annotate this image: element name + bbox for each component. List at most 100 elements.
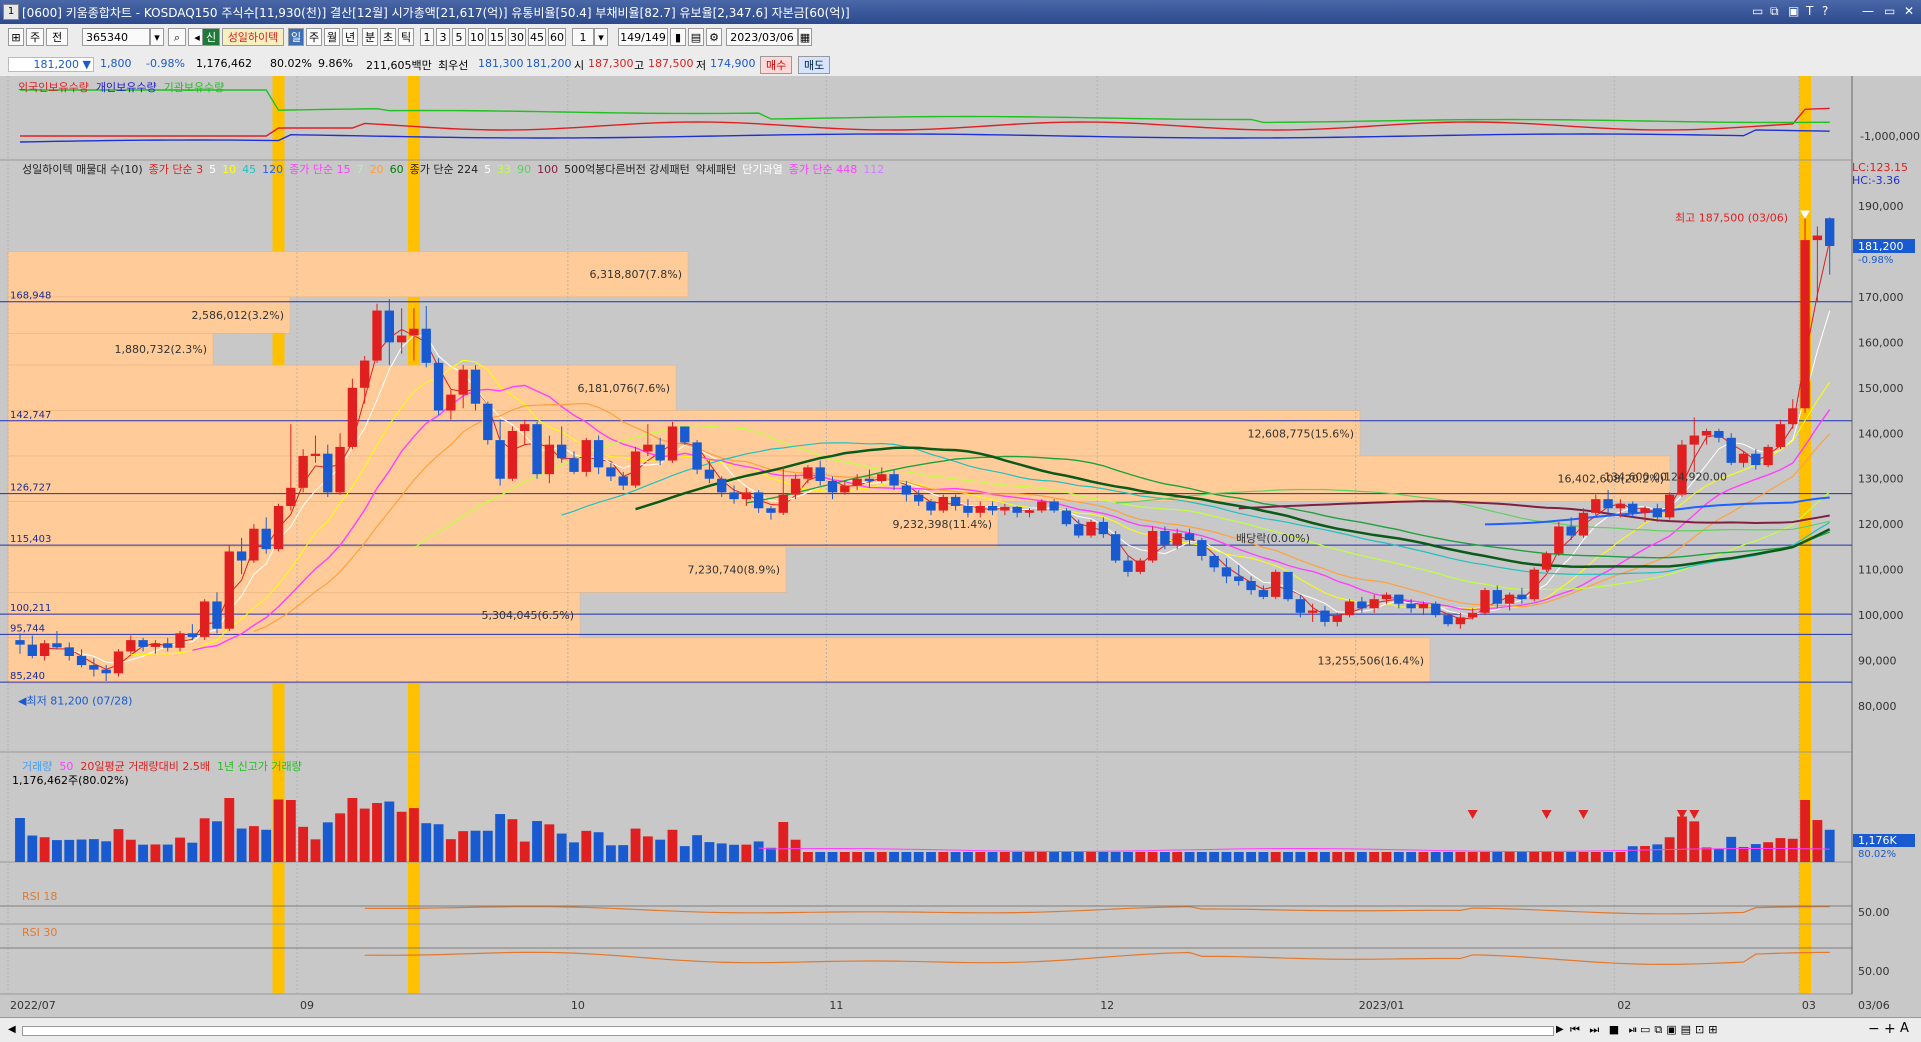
volume-bar bbox=[507, 819, 518, 862]
candle-body bbox=[261, 528, 271, 550]
candle-body bbox=[1775, 424, 1786, 447]
count-dropdown-icon[interactable]: ▾ bbox=[594, 28, 608, 46]
volume-bar bbox=[950, 852, 961, 862]
candle-body bbox=[1246, 581, 1256, 591]
settings-icon[interactable]: ⚙ bbox=[706, 28, 722, 46]
stock-code-input[interactable]: 365340 bbox=[82, 28, 150, 46]
buy-button[interactable]: 매수 bbox=[760, 56, 793, 74]
volume-bar bbox=[88, 839, 99, 862]
interval-minute-tab[interactable]: 분 bbox=[362, 28, 378, 46]
candle-body bbox=[717, 478, 727, 493]
price-axis-tick: 120,000 bbox=[1858, 518, 1904, 531]
volume-bar bbox=[1307, 852, 1318, 862]
scroll-right-icon[interactable]: ▶ bbox=[1556, 1024, 1564, 1035]
candle-body bbox=[544, 444, 555, 475]
volume-bar bbox=[1578, 852, 1589, 862]
volume-bar bbox=[445, 839, 456, 862]
candle-body bbox=[335, 446, 345, 493]
volume-bar bbox=[1024, 852, 1035, 862]
candle-body bbox=[581, 440, 591, 472]
cascade-icon[interactable]: ⧉ bbox=[1770, 4, 1779, 19]
price-legend: 성일하이텍 매물대 수(10) 종가 단순 3 5 10 45 120 종가 단순 15 7 2… bbox=[22, 161, 890, 177]
zoom-out-icon[interactable]: − bbox=[1868, 1021, 1880, 1037]
min-30-button[interactable]: 30 bbox=[508, 28, 526, 46]
candle-body bbox=[1554, 526, 1564, 554]
chart-menu-icon[interactable]: ⊞ bbox=[8, 28, 24, 46]
help-icon[interactable]: ? bbox=[1822, 4, 1828, 18]
candle-body bbox=[1074, 524, 1084, 536]
min-1-button[interactable]: 1 bbox=[420, 28, 434, 46]
search-icon[interactable]: ⌕ bbox=[168, 28, 186, 46]
candle-body bbox=[1098, 521, 1109, 535]
candle-body bbox=[1012, 506, 1022, 513]
scroll-left-icon[interactable]: ◀ bbox=[8, 1024, 20, 1036]
calendar-icon[interactable]: ▦ bbox=[798, 28, 812, 46]
maximize-icon[interactable]: ▭ bbox=[1884, 4, 1895, 18]
candle-body bbox=[1726, 437, 1736, 463]
dividend-annotation: 배당락(0.00%) bbox=[1236, 532, 1310, 545]
sell-button[interactable]: 매도 bbox=[798, 56, 831, 74]
interval-year-tab[interactable]: 년 bbox=[342, 28, 358, 46]
font-size-icon[interactable]: A bbox=[1900, 1021, 1909, 1036]
candle-body bbox=[926, 501, 936, 511]
candle-body bbox=[458, 369, 468, 395]
price-legend-item: 종가 단순 15 bbox=[289, 163, 351, 176]
min-3-button[interactable]: 3 bbox=[436, 28, 450, 46]
interval-second-tab[interactable]: 초 bbox=[380, 28, 396, 46]
zoom-in-icon[interactable]: + bbox=[1884, 1021, 1896, 1037]
rsi18-axis-tick: 50.00 bbox=[1858, 906, 1890, 919]
volume-bar bbox=[1443, 852, 1453, 862]
interval-day-tab[interactable]: 일 bbox=[288, 28, 304, 46]
best-bid-label: 최우선 bbox=[438, 59, 469, 72]
playback-controls[interactable]: ⏮ ⏭ ■ ⏯ bbox=[1570, 1023, 1640, 1037]
current-price-tag-text: 181,200 bbox=[1858, 240, 1904, 253]
volume-bar bbox=[1393, 852, 1404, 862]
restore-icon[interactable]: ▭ bbox=[1752, 4, 1763, 18]
volume-bar bbox=[1184, 852, 1195, 862]
current-pct-tag: -0.98% bbox=[1858, 255, 1893, 266]
minimize-icon[interactable]: — bbox=[1862, 4, 1874, 18]
candle-body bbox=[1492, 590, 1502, 604]
interval-tick-tab[interactable]: 틱 bbox=[398, 28, 414, 46]
candle-body bbox=[286, 487, 296, 506]
candle-body bbox=[852, 478, 862, 486]
candle-body bbox=[1320, 610, 1330, 622]
interval-week-tab[interactable]: 주 bbox=[306, 28, 322, 46]
all-select[interactable]: 전 bbox=[46, 28, 68, 46]
candle-body bbox=[1271, 571, 1281, 597]
code-dropdown-icon[interactable]: ▾ bbox=[150, 28, 164, 46]
period-icon[interactable]: ▮ bbox=[670, 28, 686, 46]
volume-bar bbox=[827, 852, 838, 862]
candle-body bbox=[27, 644, 37, 656]
candle-body bbox=[89, 665, 99, 670]
volume-bar bbox=[1652, 844, 1663, 862]
date-input[interactable]: 2023/03/06 bbox=[726, 28, 798, 46]
tile-icon[interactable]: ▣ bbox=[1788, 4, 1799, 18]
price-legend-item: 20 bbox=[369, 163, 384, 176]
min-45-button[interactable]: 45 bbox=[528, 28, 546, 46]
save-icon[interactable]: ▤ bbox=[688, 28, 704, 46]
interval-month-tab[interactable]: 월 bbox=[324, 28, 340, 46]
chart-area[interactable]: 6,318,807(7.8%) 2,586,012(3.2%) 1,880,732(… bbox=[0, 76, 1921, 1041]
font-icon[interactable]: T bbox=[1806, 4, 1813, 18]
min-60-button[interactable]: 60 bbox=[548, 28, 566, 46]
count-input[interactable]: 1 bbox=[572, 28, 594, 46]
candle-body bbox=[1517, 594, 1527, 600]
scrollbar-track[interactable] bbox=[22, 1026, 1554, 1036]
volume-bar bbox=[76, 839, 87, 862]
volume-bar bbox=[1689, 821, 1700, 862]
view-controls[interactable]: ▭⧉▣▤⊡⊞ bbox=[1640, 1023, 1721, 1037]
stock-name-field[interactable]: 성일하이텍 bbox=[222, 28, 284, 46]
close-icon[interactable]: ✕ bbox=[1904, 4, 1914, 18]
min-15-button[interactable]: 15 bbox=[488, 28, 506, 46]
min-5-button[interactable]: 5 bbox=[452, 28, 466, 46]
min-10-button[interactable]: 10 bbox=[468, 28, 486, 46]
candle-body bbox=[1751, 453, 1761, 466]
price-axis-tick: 160,000 bbox=[1858, 336, 1904, 349]
volume-bar bbox=[581, 830, 592, 862]
volume-bar bbox=[544, 824, 555, 862]
period-select[interactable]: 주 bbox=[26, 28, 44, 46]
candle-body bbox=[1455, 617, 1466, 625]
candle-body bbox=[1467, 612, 1478, 618]
page-indicator[interactable]: 149/149 bbox=[618, 28, 668, 46]
